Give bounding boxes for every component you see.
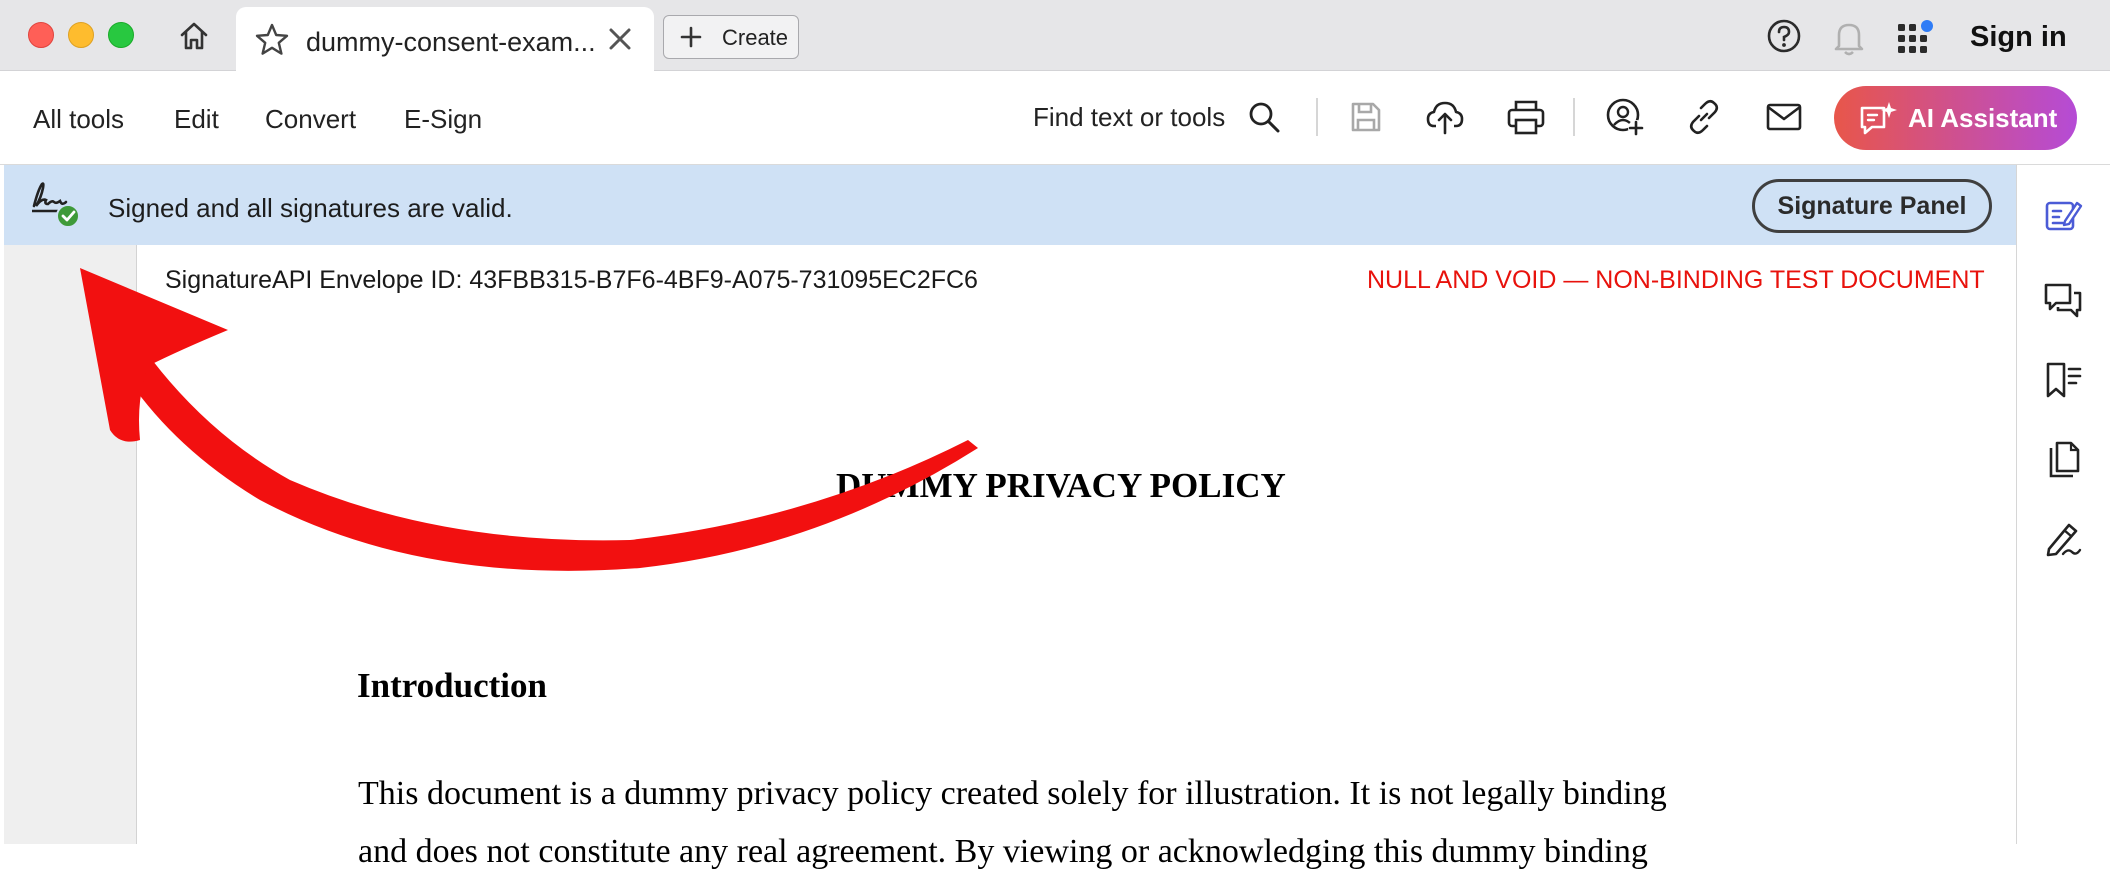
cloud-upload-icon bbox=[1426, 101, 1464, 135]
void-notice-text: NULL AND VOID — NON-BINDING TEST DOCUMEN… bbox=[1367, 266, 1985, 294]
plus-icon bbox=[680, 26, 702, 48]
bookmark-icon bbox=[2046, 362, 2082, 398]
document-body: This document is a dummy privacy policy … bbox=[358, 765, 1878, 881]
home-icon bbox=[180, 22, 208, 50]
document-left-gutter bbox=[4, 245, 137, 844]
fill-sign-icon bbox=[2046, 523, 2082, 557]
rail-bookmarks[interactable] bbox=[2040, 357, 2086, 403]
rail-edit-pdf[interactable] bbox=[2040, 192, 2086, 238]
find-text-or-tools[interactable]: Find text or tools bbox=[1033, 102, 1225, 133]
email-button[interactable] bbox=[1763, 96, 1805, 138]
signature-valid-icon bbox=[30, 180, 84, 230]
minimize-window-button[interactable] bbox=[68, 22, 94, 48]
ai-assistant-button[interactable]: AI Assistant bbox=[1834, 86, 2077, 150]
copy-link-button[interactable] bbox=[1683, 96, 1725, 138]
print-button[interactable] bbox=[1505, 96, 1547, 138]
notifications-button[interactable] bbox=[1830, 17, 1868, 57]
introduction-heading: Introduction bbox=[357, 666, 547, 705]
pages-icon bbox=[2049, 441, 2080, 478]
signature-status-text: Signed and all signatures are valid. bbox=[108, 193, 513, 223]
toolbar-divider bbox=[1573, 98, 1575, 136]
comment-icon bbox=[2044, 283, 2082, 318]
document-title: DUMMY PRIVACY POLICY bbox=[836, 466, 1286, 505]
zoom-window-button[interactable] bbox=[108, 22, 134, 48]
create-button[interactable]: Create bbox=[663, 15, 799, 59]
body-line: and does not constitute any real agreeme… bbox=[358, 833, 1648, 870]
create-label: Create bbox=[722, 25, 789, 50]
right-tool-rail bbox=[2016, 165, 2110, 844]
toolbar-divider bbox=[1316, 98, 1318, 136]
upload-cloud-button[interactable] bbox=[1424, 96, 1466, 138]
document-page[interactable] bbox=[137, 245, 2015, 844]
body-line: This document is a dummy privacy policy … bbox=[358, 775, 1667, 812]
help-icon bbox=[1767, 19, 1801, 53]
menu-e-sign[interactable]: E-Sign bbox=[404, 104, 482, 135]
menu-all-tools[interactable]: All tools bbox=[33, 104, 124, 135]
ai-chat-sparkle-icon bbox=[1860, 102, 1897, 135]
link-icon bbox=[1689, 99, 1719, 135]
save-disk-icon bbox=[1351, 102, 1381, 132]
edit-panel-icon bbox=[2045, 201, 2083, 231]
help-button[interactable] bbox=[1765, 17, 1803, 55]
signature-panel-button[interactable]: Signature Panel bbox=[1752, 179, 1992, 233]
close-tab-icon[interactable] bbox=[608, 27, 632, 51]
rail-fill-sign[interactable] bbox=[2040, 516, 2086, 562]
rail-comments[interactable] bbox=[2040, 278, 2086, 324]
close-window-button[interactable] bbox=[28, 22, 54, 48]
apps-grid-icon bbox=[1898, 20, 1933, 53]
envelope-id-text: SignatureAPI Envelope ID: 43FBB315-B7F6-… bbox=[165, 266, 978, 294]
search-button[interactable] bbox=[1243, 96, 1285, 138]
tab-title: dummy-consent-exam... bbox=[306, 27, 596, 57]
signature-panel-label: Signature Panel bbox=[1777, 192, 1967, 220]
save-button[interactable] bbox=[1345, 96, 1387, 138]
apps-button[interactable] bbox=[1895, 18, 1935, 56]
bell-icon bbox=[1834, 23, 1864, 56]
home-button[interactable] bbox=[172, 16, 216, 56]
ai-assistant-label: AI Assistant bbox=[1908, 103, 2058, 133]
menu-convert[interactable]: Convert bbox=[265, 104, 356, 135]
add-person-icon bbox=[1606, 98, 1644, 136]
share-with-others-button[interactable] bbox=[1604, 96, 1646, 138]
menu-edit[interactable]: Edit bbox=[174, 104, 219, 135]
sign-in-link[interactable]: Sign in bbox=[1970, 21, 2067, 54]
rail-pages[interactable] bbox=[2040, 437, 2086, 483]
star-icon[interactable] bbox=[254, 22, 290, 58]
search-icon bbox=[1249, 102, 1280, 133]
envelope-icon bbox=[1766, 103, 1802, 131]
printer-icon bbox=[1507, 100, 1545, 135]
document-tab[interactable]: dummy-consent-exam... bbox=[236, 7, 654, 71]
